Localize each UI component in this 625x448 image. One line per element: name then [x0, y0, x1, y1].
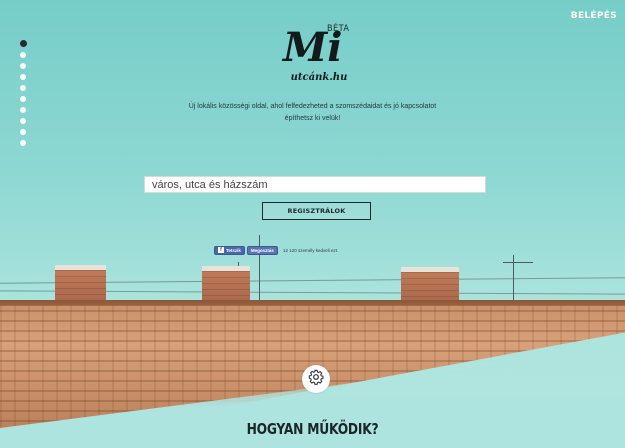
- register-button[interactable]: REGISZTRÁLOK: [262, 202, 371, 220]
- section-nav-dots: [20, 40, 28, 151]
- nav-dot[interactable]: [20, 118, 26, 124]
- login-link[interactable]: BELÉPÉS: [571, 11, 617, 21]
- how-it-works-heading: HOGYAN MŰKÖDIK?: [246, 420, 379, 438]
- like-label: Tetszik: [226, 247, 241, 253]
- nav-dot[interactable]: [20, 74, 26, 80]
- gear-icon: [308, 369, 324, 390]
- facebook-share-button[interactable]: Megosztás: [246, 245, 278, 255]
- antenna: [503, 262, 533, 263]
- nav-dot[interactable]: [20, 40, 27, 47]
- logo-domain: utcánk.hu: [290, 72, 348, 83]
- facebook-like-button[interactable]: f Tetszik: [214, 245, 245, 255]
- nav-dot[interactable]: [20, 129, 26, 135]
- nav-dot[interactable]: [20, 96, 26, 102]
- share-label: Megosztás: [250, 247, 274, 253]
- site-logo[interactable]: BÉTA Mi utcánk.hu: [279, 20, 359, 84]
- logo-mi: Mi: [283, 24, 343, 71]
- chimney: [55, 265, 106, 305]
- nav-dot[interactable]: [20, 52, 26, 58]
- settings-button[interactable]: [302, 365, 330, 393]
- facebook-icon: f: [218, 247, 224, 253]
- tagline: Új lokális közösségi oldal, ahol felfede…: [188, 103, 437, 122]
- nav-dot[interactable]: [20, 63, 26, 69]
- facebook-social-bar: f Tetszik Megosztás 12 120 személy kedve…: [214, 245, 338, 255]
- address-search-input[interactable]: város, utca és házszám: [144, 176, 486, 193]
- nav-dot[interactable]: [20, 85, 26, 91]
- nav-dot[interactable]: [20, 107, 26, 113]
- like-count-text: 12 120 személy kedveli ezt.: [282, 247, 339, 253]
- nav-dot[interactable]: [20, 140, 26, 146]
